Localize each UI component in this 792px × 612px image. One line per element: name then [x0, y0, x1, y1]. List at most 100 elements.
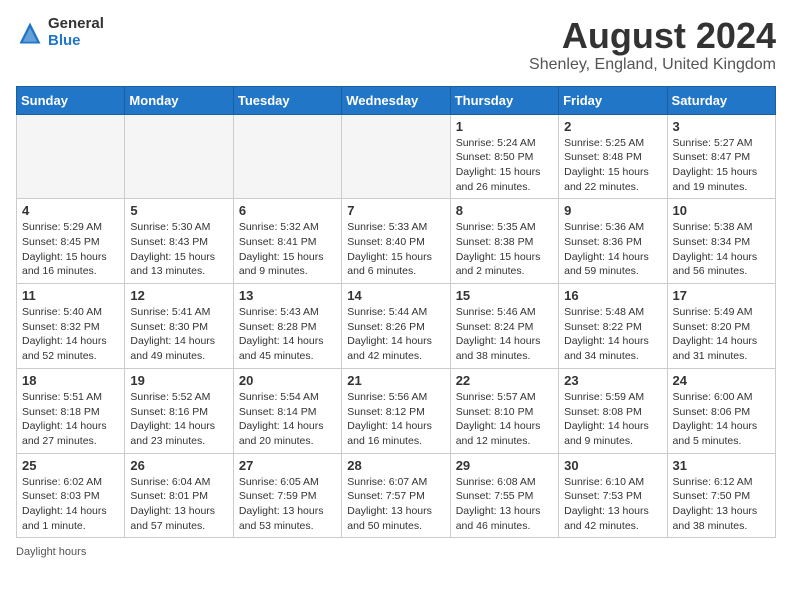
day-number: 14 [347, 288, 444, 303]
day-info: Sunrise: 6:10 AM Sunset: 7:53 PM Dayligh… [564, 475, 661, 534]
day-number: 18 [22, 373, 119, 388]
calendar-day-cell: 4Sunrise: 5:29 AM Sunset: 8:45 PM Daylig… [17, 199, 125, 284]
calendar-day-cell: 29 Sunrise: 6:08 AM Sunset: 7:55 PM Dayli… [450, 453, 558, 538]
day-info: Sunrise: 6:02 AM Sunset: 8:03 PM Dayligh… [22, 475, 119, 534]
day-number: 12 [130, 288, 227, 303]
calendar-day-cell: 20Sunrise: 5:54 AM Sunset: 8:14 PM Dayli… [233, 368, 341, 453]
day-number: 13 [239, 288, 336, 303]
day-of-week-header: Thursday [450, 86, 558, 114]
day-number: 9 [564, 203, 661, 218]
month-year-title: August 2024 [529, 16, 776, 56]
calendar-day-cell: 2 Sunrise: 5:25 AM Sunset: 8:48 PM Daylig… [559, 114, 667, 199]
calendar-day-cell [17, 114, 125, 199]
calendar-week-row: 1 Sunrise: 5:24 AM Sunset: 8:50 PM Daylig… [17, 114, 776, 199]
calendar-day-cell: 21Sunrise: 5:56 AM Sunset: 8:12 PM Dayli… [342, 368, 450, 453]
calendar-day-cell: 23 Sunrise: 5:59 AM Sunset: 8:08 PM Dayli… [559, 368, 667, 453]
day-number: 31 [673, 458, 770, 473]
day-info: Sunrise: 5:38 AM Sunset: 8:34 PM Dayligh… [673, 220, 770, 279]
day-info: Sunrise: 5:49 AM Sunset: 8:20 PM Dayligh… [673, 305, 770, 364]
calendar-day-cell: 16Sunrise: 5:48 AM Sunset: 8:22 PM Dayli… [559, 284, 667, 369]
day-info: Sunrise: 6:12 AM Sunset: 7:50 PM Dayligh… [673, 475, 770, 534]
day-info: Sunrise: 5:25 AM Sunset: 8:48 PM Dayligh… [564, 136, 661, 195]
day-number: 28 [347, 458, 444, 473]
day-info: Sunrise: 5:29 AM Sunset: 8:45 PM Dayligh… [22, 220, 119, 279]
day-number: 15 [456, 288, 553, 303]
day-number: 2 [564, 119, 661, 134]
day-number: 1 [456, 119, 553, 134]
day-number: 25 [22, 458, 119, 473]
day-info: Sunrise: 5:43 AM Sunset: 8:28 PM Dayligh… [239, 305, 336, 364]
calendar-day-cell: 28 Sunrise: 6:07 AM Sunset: 7:57 PM Dayli… [342, 453, 450, 538]
calendar-day-cell: 14 Sunrise: 5:44 AM Sunset: 8:26 PM Dayli… [342, 284, 450, 369]
calendar-day-cell: 5 Sunrise: 5:30 AM Sunset: 8:43 PM Daylig… [125, 199, 233, 284]
calendar-day-cell: 18 Sunrise: 5:51 AM Sunset: 8:18 PM Dayli… [17, 368, 125, 453]
calendar-day-cell: 31 Sunrise: 6:12 AM Sunset: 7:50 PM Dayli… [667, 453, 775, 538]
page-header: General Blue August 2024 Shenley, Englan… [16, 16, 776, 74]
day-info: Sunrise: 5:40 AM Sunset: 8:32 PM Dayligh… [22, 305, 119, 364]
calendar-day-cell [125, 114, 233, 199]
day-info: Sunrise: 5:51 AM Sunset: 8:18 PM Dayligh… [22, 390, 119, 449]
day-info: Sunrise: 6:00 AM Sunset: 8:06 PM Dayligh… [673, 390, 770, 449]
calendar-day-cell: 1 Sunrise: 5:24 AM Sunset: 8:50 PM Daylig… [450, 114, 558, 199]
day-info: Sunrise: 5:35 AM Sunset: 8:38 PM Dayligh… [456, 220, 553, 279]
calendar-day-cell: 30 Sunrise: 6:10 AM Sunset: 7:53 PM Dayli… [559, 453, 667, 538]
day-info: Sunrise: 5:30 AM Sunset: 8:43 PM Dayligh… [130, 220, 227, 279]
calendar-header-row: SundayMondayTuesdayWednesdayThursdayFrid… [17, 86, 776, 114]
calendar-day-cell: 9Sunrise: 5:36 AM Sunset: 8:36 PM Daylig… [559, 199, 667, 284]
calendar-day-cell: 11Sunrise: 5:40 AM Sunset: 8:32 PM Dayli… [17, 284, 125, 369]
day-info: Sunrise: 5:24 AM Sunset: 8:50 PM Dayligh… [456, 136, 553, 195]
calendar-day-cell: 27 Sunrise: 6:05 AM Sunset: 7:59 PM Dayli… [233, 453, 341, 538]
day-number: 23 [564, 373, 661, 388]
footer-note: Daylight hours [16, 546, 776, 558]
calendar-day-cell: 19 Sunrise: 5:52 AM Sunset: 8:16 PM Dayli… [125, 368, 233, 453]
location-subtitle: Shenley, England, United Kingdom [529, 56, 776, 74]
day-info: Sunrise: 5:59 AM Sunset: 8:08 PM Dayligh… [564, 390, 661, 449]
day-number: 30 [564, 458, 661, 473]
day-info: Sunrise: 5:27 AM Sunset: 8:47 PM Dayligh… [673, 136, 770, 195]
day-info: Sunrise: 5:44 AM Sunset: 8:26 PM Dayligh… [347, 305, 444, 364]
day-info: Sunrise: 6:08 AM Sunset: 7:55 PM Dayligh… [456, 475, 553, 534]
calendar-day-cell: 3 Sunrise: 5:27 AM Sunset: 8:47 PM Daylig… [667, 114, 775, 199]
day-number: 19 [130, 373, 227, 388]
calendar-week-row: 18 Sunrise: 5:51 AM Sunset: 8:18 PM Dayli… [17, 368, 776, 453]
day-info: Sunrise: 5:52 AM Sunset: 8:16 PM Dayligh… [130, 390, 227, 449]
day-info: Sunrise: 6:05 AM Sunset: 7:59 PM Dayligh… [239, 475, 336, 534]
day-info: Sunrise: 5:56 AM Sunset: 8:12 PM Dayligh… [347, 390, 444, 449]
day-info: Sunrise: 5:33 AM Sunset: 8:40 PM Dayligh… [347, 220, 444, 279]
day-number: 7 [347, 203, 444, 218]
calendar-table: SundayMondayTuesdayWednesdayThursdayFrid… [16, 86, 776, 539]
day-of-week-header: Sunday [17, 86, 125, 114]
day-number: 22 [456, 373, 553, 388]
day-number: 27 [239, 458, 336, 473]
day-of-week-header: Wednesday [342, 86, 450, 114]
calendar-day-cell [342, 114, 450, 199]
day-info: Sunrise: 6:07 AM Sunset: 7:57 PM Dayligh… [347, 475, 444, 534]
logo-icon [16, 19, 44, 47]
logo-blue-text: Blue [48, 33, 104, 50]
calendar-day-cell [233, 114, 341, 199]
day-number: 20 [239, 373, 336, 388]
logo-text: General Blue [48, 16, 104, 49]
calendar-day-cell: 25 Sunrise: 6:02 AM Sunset: 8:03 PM Dayli… [17, 453, 125, 538]
day-number: 17 [673, 288, 770, 303]
logo-general-text: General [48, 16, 104, 33]
calendar-day-cell: 13 Sunrise: 5:43 AM Sunset: 8:28 PM Dayli… [233, 284, 341, 369]
day-info: Sunrise: 5:32 AM Sunset: 8:41 PM Dayligh… [239, 220, 336, 279]
day-info: Sunrise: 5:57 AM Sunset: 8:10 PM Dayligh… [456, 390, 553, 449]
day-number: 5 [130, 203, 227, 218]
calendar-day-cell: 15 Sunrise: 5:46 AM Sunset: 8:24 PM Dayli… [450, 284, 558, 369]
day-number: 29 [456, 458, 553, 473]
calendar-day-cell: 10Sunrise: 5:38 AM Sunset: 8:34 PM Dayli… [667, 199, 775, 284]
calendar-day-cell: 8Sunrise: 5:35 AM Sunset: 8:38 PM Daylig… [450, 199, 558, 284]
day-of-week-header: Saturday [667, 86, 775, 114]
day-number: 24 [673, 373, 770, 388]
calendar-day-cell: 22 Sunrise: 5:57 AM Sunset: 8:10 PM Dayli… [450, 368, 558, 453]
day-info: Sunrise: 6:04 AM Sunset: 8:01 PM Dayligh… [130, 475, 227, 534]
day-info: Sunrise: 5:46 AM Sunset: 8:24 PM Dayligh… [456, 305, 553, 364]
day-number: 16 [564, 288, 661, 303]
calendar-day-cell: 24 Sunrise: 6:00 AM Sunset: 8:06 PM Dayli… [667, 368, 775, 453]
calendar-day-cell: 6Sunrise: 5:32 AM Sunset: 8:41 PM Daylig… [233, 199, 341, 284]
title-area: August 2024 Shenley, England, United Kin… [529, 16, 776, 74]
day-of-week-header: Tuesday [233, 86, 341, 114]
day-number: 3 [673, 119, 770, 134]
